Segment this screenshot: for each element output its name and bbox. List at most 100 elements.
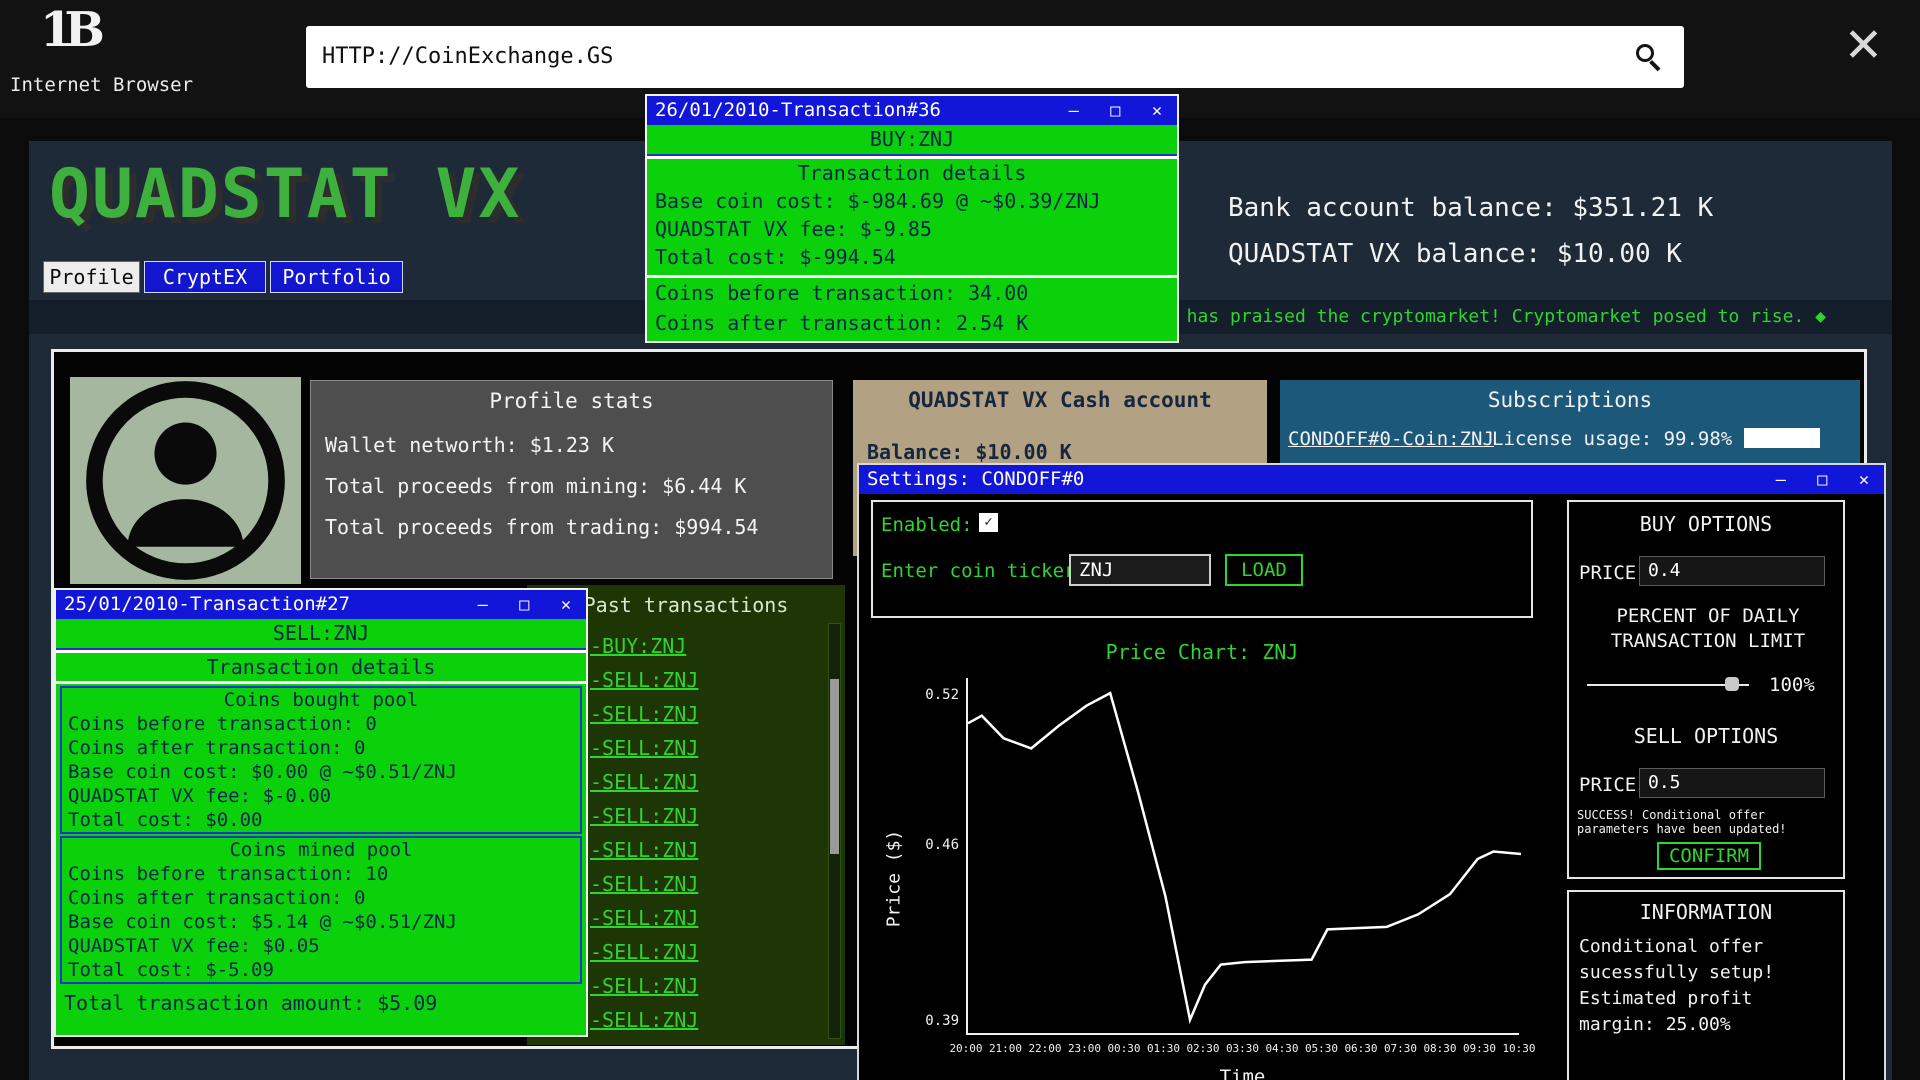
- tab-profile[interactable]: Profile: [43, 261, 140, 293]
- enabled-checkbox[interactable]: ✓: [979, 513, 998, 532]
- transaction-entry[interactable]: -SELL:ZNJ: [590, 799, 698, 833]
- pool-detail-line: QUADSTAT VX fee: $0.05: [62, 934, 580, 958]
- transaction-window-27: 25/01/2010-Transaction#27 – □ ✕ SELL:ZNJ…: [54, 588, 588, 1037]
- browser-close-button[interactable]: ✕: [1846, 12, 1881, 70]
- url-text: HTTP://CoinExchange.GS: [322, 26, 613, 88]
- coins-mined-pool-title: Coins mined pool: [62, 838, 580, 862]
- buy-price-label: PRICE: [1579, 562, 1636, 584]
- url-bar[interactable]: HTTP://CoinExchange.GS: [306, 26, 1684, 88]
- tab-portfolio[interactable]: Portfolio: [270, 261, 403, 293]
- chart-x-axis-label: Time: [966, 1066, 1519, 1080]
- subscriptions-panel: Subscriptions CONDOFF#0-Coin:ZNJ License…: [1280, 380, 1860, 466]
- transaction-entry[interactable]: -SELL:ZNJ: [590, 901, 698, 935]
- sell-price-input[interactable]: 0.5: [1639, 768, 1825, 798]
- pool-detail-line: Base coin cost: $5.14 @ ~$0.51/ZNJ: [62, 910, 580, 934]
- coin-summary-line: Coins after transaction: 2.54 K: [647, 308, 1177, 338]
- transaction-entry[interactable]: -SELL:ZNJ: [590, 867, 698, 901]
- success-message: SUCCESS! Conditional offer parameters ha…: [1577, 808, 1839, 836]
- coin-ticker-input[interactable]: ZNJ: [1069, 554, 1211, 586]
- transaction-entry[interactable]: -BUY:ZNJ: [590, 629, 698, 663]
- confirm-button[interactable]: CONFIRM: [1657, 842, 1761, 870]
- transaction-entry[interactable]: -SELL:ZNJ: [590, 765, 698, 799]
- pool-detail-line: Coins after transaction: 0: [62, 886, 580, 910]
- limit-percent-value: 100%: [1769, 674, 1815, 696]
- transaction-entry[interactable]: -SELL:ZNJ: [590, 731, 698, 765]
- maximize-icon[interactable]: □: [1099, 97, 1131, 126]
- transaction-entry[interactable]: -SELL:ZNJ: [590, 1003, 698, 1037]
- window-titlebar[interactable]: Settings: CONDOFF#0 – □ ✕: [859, 465, 1884, 494]
- subscription-row: CONDOFF#0-Coin:ZNJ License usage: 99.98%: [1280, 428, 1860, 452]
- coin-setup-box: Enabled: ✓ Enter coin ticker: ZNJ LOAD: [871, 500, 1533, 618]
- subscription-link[interactable]: CONDOFF#0-Coin:ZNJ: [1288, 428, 1494, 450]
- minimize-icon[interactable]: –: [1058, 97, 1090, 126]
- window-titlebar[interactable]: 26/01/2010-Transaction#36 – □ ✕: [647, 96, 1177, 125]
- search-icon[interactable]: [1636, 44, 1654, 62]
- enabled-label: Enabled:: [881, 514, 973, 536]
- scrollbar[interactable]: [828, 623, 841, 1039]
- transaction-list: -BUY:ZNJ-SELL:ZNJ-SELL:ZNJ-SELL:ZNJ-SELL…: [590, 629, 698, 1037]
- coin-ticker-label: Enter coin ticker:: [881, 560, 1087, 582]
- price-line-chart: [968, 678, 1521, 1035]
- coin-summary-line: Coins before transaction: 34.00: [647, 278, 1177, 308]
- avatar: [70, 377, 301, 584]
- news-ticker-text: has praised the cryptomarket! Cryptomark…: [1187, 306, 1826, 327]
- coins-mined-pool: Coins mined pool Coins before transactio…: [60, 836, 582, 984]
- transaction-limit-label: PERCENT OF DAILY TRANSACTION LIMIT: [1588, 604, 1828, 654]
- close-icon[interactable]: ✕: [550, 591, 582, 620]
- site-logo: QUADSTAT VX: [49, 155, 521, 234]
- maximize-icon[interactable]: □: [1806, 466, 1838, 495]
- transaction-detail-line: Base coin cost: $-984.69 @ ~$0.39/ZNJ: [647, 187, 1177, 215]
- y-tick-label: 0.39: [905, 1013, 959, 1029]
- chart-title: Price Chart: ZNJ: [871, 640, 1533, 664]
- transaction-entry[interactable]: -SELL:ZNJ: [590, 935, 698, 969]
- transaction-detail-line: Total cost: $-994.54: [647, 243, 1177, 271]
- sell-price-label: PRICE: [1579, 774, 1636, 796]
- subscriptions-title: Subscriptions: [1280, 380, 1860, 412]
- limit-slider-handle[interactable]: [1725, 677, 1739, 691]
- transaction-entry[interactable]: -SELL:ZNJ: [590, 663, 698, 697]
- buy-options-title: BUY OPTIONS: [1569, 512, 1843, 536]
- browser-logo-icon: 1B: [40, 2, 96, 58]
- information-title: INFORMATION: [1569, 900, 1843, 924]
- minimize-icon[interactable]: –: [1765, 466, 1797, 495]
- license-usage-label: License usage: 99.98%: [1492, 428, 1732, 450]
- bank-balance: Bank account balance: $351.21 K: [1228, 193, 1713, 223]
- close-icon[interactable]: ✕: [1848, 466, 1880, 495]
- cash-account-title: QUADSTAT VX Cash account: [853, 380, 1267, 412]
- license-usage-bar: [1744, 428, 1820, 448]
- chart-y-axis-label: Price ($): [884, 804, 905, 954]
- price-chart: Price ($) 0.520.460.39 20:0021:0022:0023…: [871, 668, 1551, 1080]
- scrollbar-thumb[interactable]: [830, 679, 839, 854]
- transaction-entry[interactable]: -SELL:ZNJ: [590, 969, 698, 1003]
- transaction-details-title: Transaction details: [56, 653, 586, 681]
- pool-detail-line: Total cost: $-5.09: [62, 958, 580, 982]
- cash-account-balance: Balance: $10.00 K: [853, 412, 1267, 464]
- buy-price-input[interactable]: 0.4: [1639, 556, 1825, 586]
- transaction-entry[interactable]: -SELL:ZNJ: [590, 697, 698, 731]
- load-button[interactable]: LOAD: [1225, 554, 1303, 586]
- close-icon[interactable]: ✕: [1141, 97, 1173, 126]
- information-body: Conditional offer sucessfully setup! Est…: [1579, 934, 1837, 1038]
- transaction-entry[interactable]: -SELL:ZNJ: [590, 833, 698, 867]
- pools-section: Coins bought pool Coins before transacti…: [56, 684, 586, 1035]
- stat-line: Wallet networth: $1.23 K: [311, 425, 832, 466]
- transaction-window-36: 26/01/2010-Transaction#36 – □ ✕ BUY:ZNJ …: [645, 94, 1179, 343]
- window-title: Settings: CONDOFF#0: [867, 465, 1084, 494]
- transaction-type-header: SELL:ZNJ: [56, 619, 586, 650]
- minimize-icon[interactable]: –: [467, 591, 499, 620]
- window-titlebar[interactable]: 25/01/2010-Transaction#27 – □ ✕: [56, 590, 586, 619]
- pool-detail-line: Total cost: $0.00: [62, 808, 580, 832]
- stat-line: Total proceeds from mining: $6.44 K: [311, 466, 832, 507]
- pool-detail-line: QUADSTAT VX fee: $-0.00: [62, 784, 580, 808]
- sell-options-title: SELL OPTIONS: [1569, 724, 1843, 748]
- tab-cryptex[interactable]: CryptEX: [144, 261, 266, 293]
- profile-stats-lines: Wallet networth: $1.23 KTotal proceeds f…: [311, 425, 832, 548]
- information-panel: INFORMATION Conditional offer sucessfull…: [1567, 890, 1845, 1080]
- pool-detail-line: Coins before transaction: 10: [62, 862, 580, 886]
- screen: 1B Internet Browser HTTP://CoinExchange.…: [0, 0, 1920, 1080]
- x-tick-label: 10:30: [1494, 1042, 1544, 1055]
- maximize-icon[interactable]: □: [508, 591, 540, 620]
- pool-detail-line: Coins before transaction: 0: [62, 712, 580, 736]
- pool-detail-line: Coins after transaction: 0: [62, 736, 580, 760]
- transaction-details-section: Transaction details Base coin cost: $-98…: [647, 159, 1177, 275]
